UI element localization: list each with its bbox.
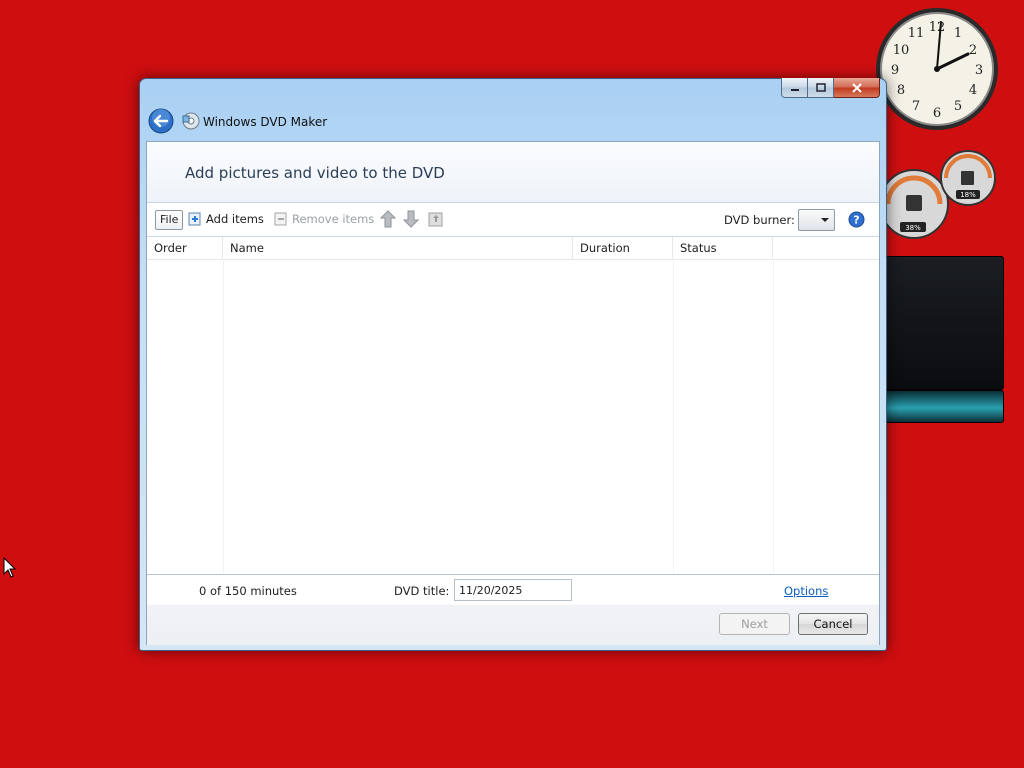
add-items-icon: [188, 212, 201, 226]
table-header: Order Name Duration Status: [147, 237, 879, 260]
media-gadget-bar[interactable]: [884, 390, 1004, 423]
svg-text:?: ?: [853, 214, 859, 227]
back-arrow-icon[interactable]: [148, 108, 174, 134]
column-header-order[interactable]: Order: [147, 237, 223, 259]
svg-text:9: 9: [891, 63, 899, 78]
memory-percent: 18%: [960, 191, 976, 199]
options-link[interactable]: Options: [784, 584, 828, 598]
file-menu-button[interactable]: File: [155, 210, 184, 230]
open-folder-icon[interactable]: [428, 210, 444, 228]
items-table[interactable]: Order Name Duration Status: [147, 237, 879, 573]
help-icon[interactable]: ?: [848, 211, 865, 228]
svg-text:8: 8: [897, 83, 905, 98]
toolbar: File Add items Remove items DVD burner: …: [147, 203, 879, 237]
remove-items-label: Remove items: [292, 212, 375, 226]
column-header-duration[interactable]: Duration: [573, 237, 673, 259]
minimize-button[interactable]: [781, 78, 808, 98]
svg-text:3: 3: [975, 63, 983, 78]
svg-text:5: 5: [954, 99, 962, 114]
svg-text:2: 2: [969, 43, 977, 58]
dvd-title-input[interactable]: [454, 579, 572, 601]
maximize-button[interactable]: [808, 78, 834, 98]
cpu-percent: 38%: [905, 224, 921, 232]
svg-text:11: 11: [908, 26, 925, 41]
dvd-maker-window: Windows DVD Maker Add pictures and video…: [139, 78, 887, 651]
column-header-status[interactable]: Status: [673, 237, 773, 259]
dvd-title-label: DVD title:: [394, 584, 450, 598]
move-up-icon[interactable]: [380, 210, 396, 228]
column-divider: [773, 259, 774, 573]
chevron-down-icon: [821, 218, 829, 222]
remove-items-icon: [274, 212, 287, 226]
mouse-cursor-icon: [3, 557, 17, 578]
add-items-button[interactable]: Add items: [188, 210, 264, 228]
close-button[interactable]: [834, 78, 880, 98]
add-items-label: Add items: [206, 212, 264, 226]
wizard-page: Add pictures and video to the DVD File A…: [146, 141, 880, 645]
close-icon: [851, 82, 862, 93]
dvd-burner-select[interactable]: [798, 209, 835, 231]
svg-text:4: 4: [969, 83, 977, 98]
wizard-footer: 0 of 150 minutes DVD title: Options Next…: [147, 574, 879, 645]
svg-text:12: 12: [929, 20, 946, 35]
media-gadget[interactable]: [884, 256, 1004, 390]
dvd-burner-label: DVD burner:: [724, 213, 795, 227]
svg-text:6: 6: [933, 106, 941, 121]
page-title: Add pictures and video to the DVD: [185, 164, 445, 182]
cpu-meter-gadget: 38% 18%: [880, 150, 996, 239]
window-title: Windows DVD Maker: [203, 115, 328, 129]
wizard-header: Add pictures and video to the DVD: [147, 142, 879, 203]
move-down-icon[interactable]: [403, 210, 419, 228]
minutes-used: 0 of 150 minutes: [199, 584, 297, 598]
column-header-name[interactable]: Name: [223, 237, 573, 259]
minimize-icon: [790, 88, 799, 91]
remove-items-button[interactable]: Remove items: [274, 210, 374, 228]
next-button[interactable]: Next: [719, 613, 790, 635]
dvd-maker-icon: [182, 112, 200, 130]
svg-text:7: 7: [912, 99, 920, 114]
svg-text:1: 1: [954, 26, 962, 41]
clock-gadget: 12 12 345 678 91011: [876, 8, 998, 130]
maximize-icon: [815, 82, 826, 92]
caption-buttons: [781, 78, 880, 98]
column-divider: [673, 259, 674, 573]
svg-text:10: 10: [893, 43, 910, 58]
cancel-button[interactable]: Cancel: [798, 613, 868, 635]
column-divider: [223, 259, 224, 573]
